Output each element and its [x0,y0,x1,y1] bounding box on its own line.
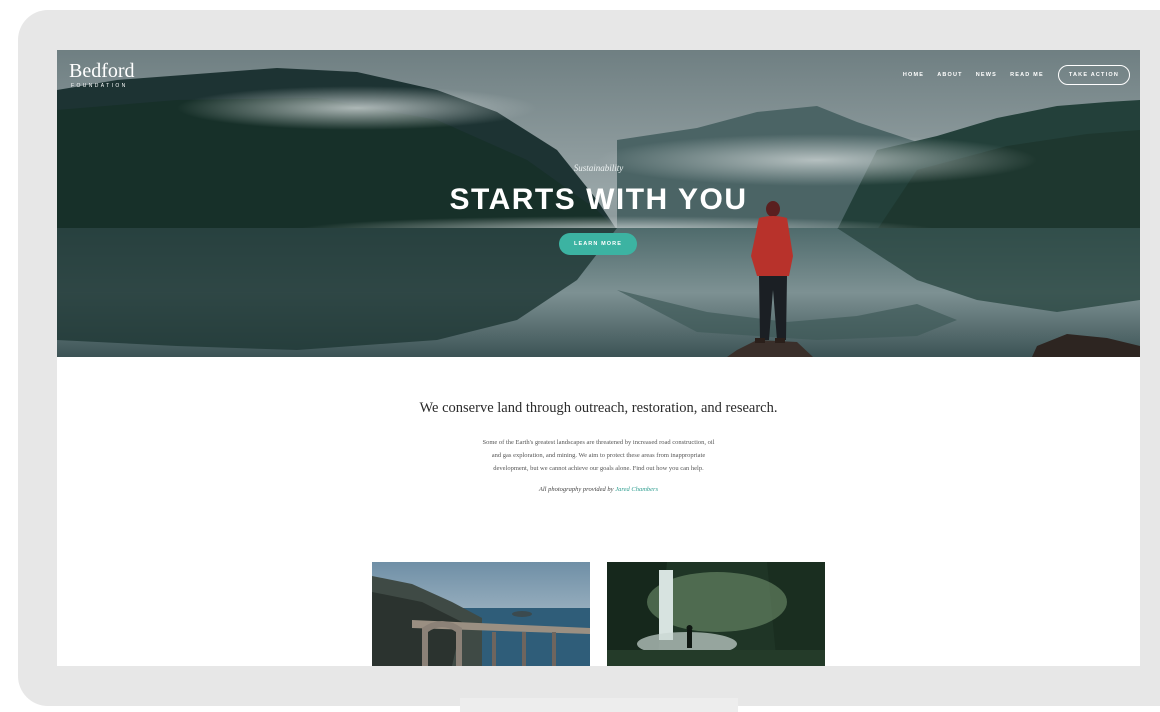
nav-read-me[interactable]: READ ME [1010,72,1044,78]
nav-news[interactable]: NEWS [976,72,997,78]
hero-kicker: Sustainability [573,163,624,173]
intro-heading: We conserve land through outreach, resto… [419,400,778,416]
main-nav: HOME ABOUT NEWS READ ME TAKE ACTION [890,64,1130,86]
hero-section: Bedford FOUNDATION HOME ABOUT NEWS READ … [57,50,1140,357]
logo-name: Bedford [69,60,135,82]
website-screen: Bedford FOUNDATION HOME ABOUT NEWS READ … [57,50,1140,666]
credit-prefix: All photography provided by [538,486,614,493]
forest-waterfall-image[interactable] [607,562,825,666]
hero-title: STARTS WITH YOU [449,183,748,216]
take-action-button[interactable]: TAKE ACTION [1057,65,1130,85]
device-stand [460,698,738,712]
site-logo[interactable]: Bedford FOUNDATION [69,60,135,89]
nav-home[interactable]: HOME [903,72,924,78]
photographer-link[interactable]: Jared Chambers [615,486,658,493]
intro-body-line: and gas exploration, and mining. We aim … [491,452,706,459]
logo-subtitle: FOUNDATION [71,83,128,89]
nav-about[interactable]: ABOUT [937,72,963,78]
intro-body: Some of the Earth's greatest landscapes … [448,436,749,475]
coastal-bridge-image[interactable] [372,562,590,666]
photo-credit: All photography provided by Jared Chambe… [57,486,1140,493]
intro-body-line: development, but we cannot achieve our g… [493,465,704,472]
learn-more-button[interactable]: LEARN MORE [559,233,637,255]
intro-body-line: Some of the Earth's greatest landscapes … [482,439,715,446]
